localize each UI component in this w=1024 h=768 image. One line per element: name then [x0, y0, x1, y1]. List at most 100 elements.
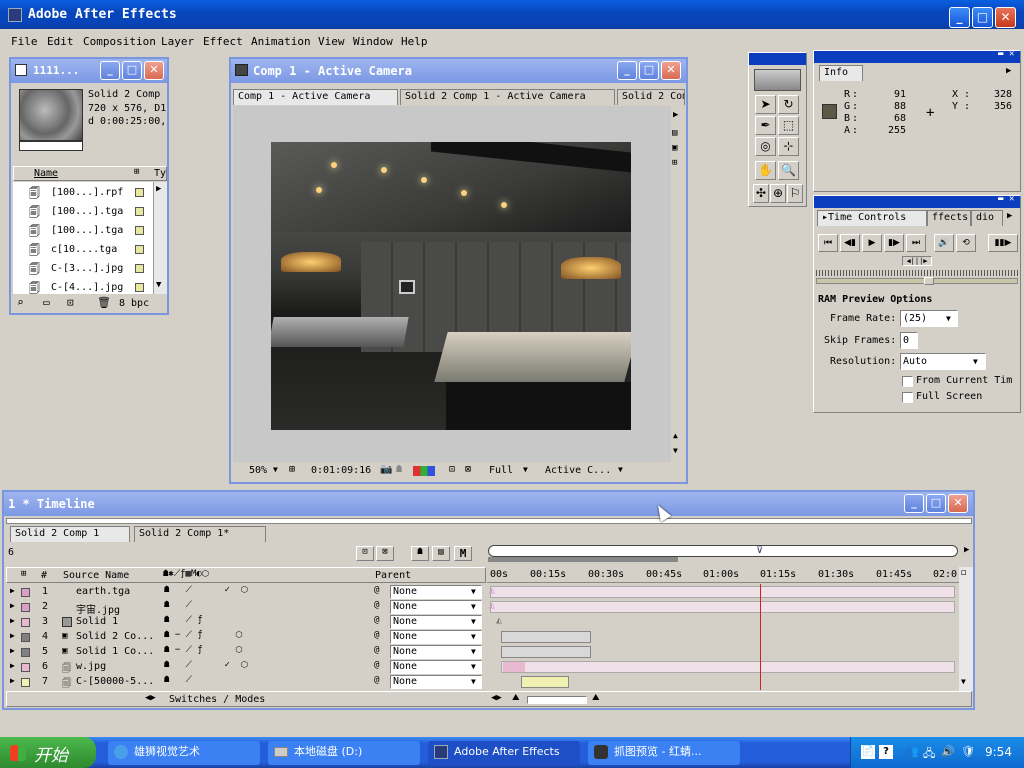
parent-select[interactable]: None ▼ [390, 660, 482, 674]
in-point-marker-icon[interactable]: ◭ [496, 615, 502, 626]
first-frame-icon[interactable]: ⏮ [818, 234, 838, 252]
shuttle-thumb[interactable] [924, 277, 934, 285]
jog-control[interactable]: ◀|||▶ [902, 256, 932, 266]
comp-maximize-button[interactable]: □ [639, 61, 659, 80]
parent-select[interactable]: None ▼ [390, 615, 482, 629]
rotation-tool-icon[interactable]: ↻ [778, 95, 799, 114]
comp-minimize-button[interactable]: _ [617, 61, 637, 80]
layer-duration-bar[interactable] [521, 676, 569, 688]
maximize-button[interactable]: □ [972, 7, 993, 28]
close-button[interactable]: ✕ [995, 7, 1016, 28]
taskbar-item-visual-art[interactable]: 雄狮视觉艺术 [108, 741, 260, 765]
layer-duration-bar-active[interactable] [503, 662, 525, 672]
info-close-icon[interactable]: ✕ [1009, 49, 1014, 59]
trash-icon[interactable]: 🗑 [97, 296, 111, 309]
help-icon[interactable]: ? [879, 745, 893, 759]
parent-pickwhip-icon[interactable]: @ [374, 675, 379, 685]
track-camera-tool-icon[interactable]: ⊹ [778, 137, 799, 156]
layer-source-name[interactable]: Solid 1 [76, 616, 118, 627]
taskbar-item-local-disk[interactable]: 本地磁盘 (D:) [268, 741, 420, 765]
table-row[interactable]: ▶ 6 🗐 w.jpg ☗ ⟋ ✓ ⬡ @ None ▼ [6, 660, 959, 675]
tab-effects[interactable]: ffects [927, 210, 971, 226]
new-comp-icon[interactable]: ⊡ [67, 296, 74, 309]
comp-flowchart-icon[interactable]: ▤ [672, 128, 677, 138]
expand-arrow-icon[interactable]: ▶ [10, 616, 15, 625]
camera-view-dropdown-icon[interactable]: ▼ [618, 465, 623, 474]
table-row[interactable]: ▶ 4 ▣ Solid 2 Co... ☗ − ⟋ ƒ ⬡ @ None ▼ [6, 630, 959, 645]
timeline-minimize-button[interactable]: _ [904, 494, 924, 513]
tab-solid2-com[interactable]: Solid 2 Com [617, 89, 685, 105]
table-row[interactable]: ▶ 2 宇宙.jpg ☗ ⟋ @ None ▼ ◭ [6, 600, 959, 616]
find-icon[interactable]: ⌕ [17, 296, 24, 309]
resolution-select[interactable]: Auto ▼ [900, 353, 986, 370]
timeline-menu-arrow-icon[interactable]: ▶ [964, 545, 969, 555]
layer-source-name[interactable]: Solid 1 Co... [76, 646, 154, 657]
loop-icon[interactable]: ⟲ [956, 234, 976, 252]
comp-grid-icon[interactable]: ▣ [672, 143, 677, 153]
snapshot-icon[interactable]: 📷 [380, 464, 392, 475]
parent-pickwhip-icon[interactable]: @ [374, 600, 379, 610]
layer-switch-icons[interactable]: ☗ − ⟋ ƒ ⬡ [164, 645, 243, 655]
puppet-tool-icon[interactable]: ⚐ [787, 184, 803, 203]
draft-3d-icon[interactable]: ⊠ [376, 546, 394, 561]
scroll-right-arrow-icon[interactable]: ▶ [156, 184, 161, 194]
anchor-tool-icon[interactable]: ✣ [753, 184, 769, 203]
zoom-tool-icon[interactable]: 🔍 [778, 161, 799, 180]
audio-icon[interactable]: 🔊 [934, 234, 954, 252]
project-maximize-button[interactable]: □ [122, 61, 142, 80]
layer-duration-bar[interactable] [501, 631, 591, 643]
timeline-close-button[interactable]: ✕ [948, 494, 968, 513]
security-shield-icon[interactable]: 🛡 [961, 745, 975, 758]
shuttle-track[interactable] [816, 278, 1018, 284]
work-area-range[interactable] [488, 557, 678, 562]
switches-modes-toggle[interactable]: Switches / Modes [169, 694, 265, 705]
expand-panes-icon[interactable]: ◀▶ [145, 693, 156, 703]
table-row[interactable]: ▶ 7 🗐 C-[50000-5... ☗ ⟋ @ None ▼ [6, 675, 959, 690]
comp-hierarchy-icon[interactable]: ⊞ [672, 158, 677, 168]
current-time-indicator-head-icon[interactable]: ⊽ [756, 545, 763, 556]
selection-tool-icon[interactable]: ➤ [755, 95, 776, 114]
timeline-zoom-slider[interactable] [527, 696, 587, 704]
layer-source-name[interactable]: Solid 2 Co... [76, 631, 154, 642]
menu-window[interactable]: Window [353, 35, 393, 48]
zoom-in-mountain-icon[interactable]: ⛰ [592, 693, 600, 703]
layer-duration-bar[interactable] [490, 586, 955, 598]
resolution-dropdown-icon[interactable]: ▼ [523, 465, 528, 474]
parent-pickwhip-icon[interactable]: @ [374, 660, 379, 670]
comp-close-button[interactable]: ✕ [661, 61, 681, 80]
last-frame-icon[interactable]: ⏭ [906, 234, 926, 252]
expand-arrow-icon[interactable]: ▶ [10, 646, 15, 655]
menu-animation[interactable]: Animation [251, 35, 311, 48]
full-screen-checkbox[interactable] [902, 392, 913, 403]
list-item[interactable]: 🗐 C-[4...].jpg [13, 279, 153, 297]
frame-rate-select[interactable]: (25) ▼ [900, 310, 958, 327]
layer-source-name[interactable]: C-[50000-5... [76, 676, 154, 687]
current-time-indicator-line[interactable] [760, 584, 761, 690]
panel-menu-arrow-icon[interactable]: ▶ [673, 110, 678, 120]
clock[interactable]: 9:54 [985, 745, 1012, 759]
timeline-nav-icon[interactable]: ◀▶ [491, 693, 502, 703]
project-minimize-button[interactable]: _ [100, 61, 120, 80]
parent-pickwhip-icon[interactable]: @ [374, 585, 379, 595]
shy-layers-icon[interactable]: ☗ [411, 546, 429, 561]
project-scrollbar[interactable]: ▶ ▼ [153, 182, 167, 294]
shuttle-slider[interactable] [816, 270, 1018, 276]
layer-switch-icons[interactable]: ☗ ⟋ ✓ ⬡ [164, 585, 248, 595]
motion-blur-icon[interactable]: M [454, 546, 472, 561]
safe-zones-icon[interactable]: ⊞ [289, 464, 295, 475]
bpc-label[interactable]: 8 bpc [119, 298, 149, 309]
comp-flowchart-button-icon[interactable]: ⊡ [356, 546, 374, 561]
vertical-scroll-down-icon[interactable]: ▼ [673, 446, 678, 455]
info-minimize-icon[interactable]: ▬ [998, 49, 1003, 59]
tab-comp1-active-camera[interactable]: Comp 1 - Active Camera [233, 89, 398, 105]
info-menu-arrow-icon[interactable]: ▶ [1006, 66, 1011, 76]
expand-arrow-icon[interactable]: ▶ [10, 661, 15, 670]
volume-icon[interactable]: 🔊 [941, 745, 955, 758]
camera-view-value[interactable]: Active C... [545, 465, 611, 476]
layer-switch-icons[interactable]: ☗ ⟋ [164, 675, 192, 685]
time-ruler[interactable]: 00s 00:15s 00:30s 00:45s 01:00s 01:15s 0… [487, 567, 959, 583]
layer-duration-bar[interactable] [501, 661, 955, 673]
tc-minimize-icon[interactable]: ▬ [998, 194, 1003, 204]
project-col-type[interactable]: Ty [154, 168, 166, 179]
previous-frame-icon[interactable]: ◀▮ [840, 234, 860, 252]
